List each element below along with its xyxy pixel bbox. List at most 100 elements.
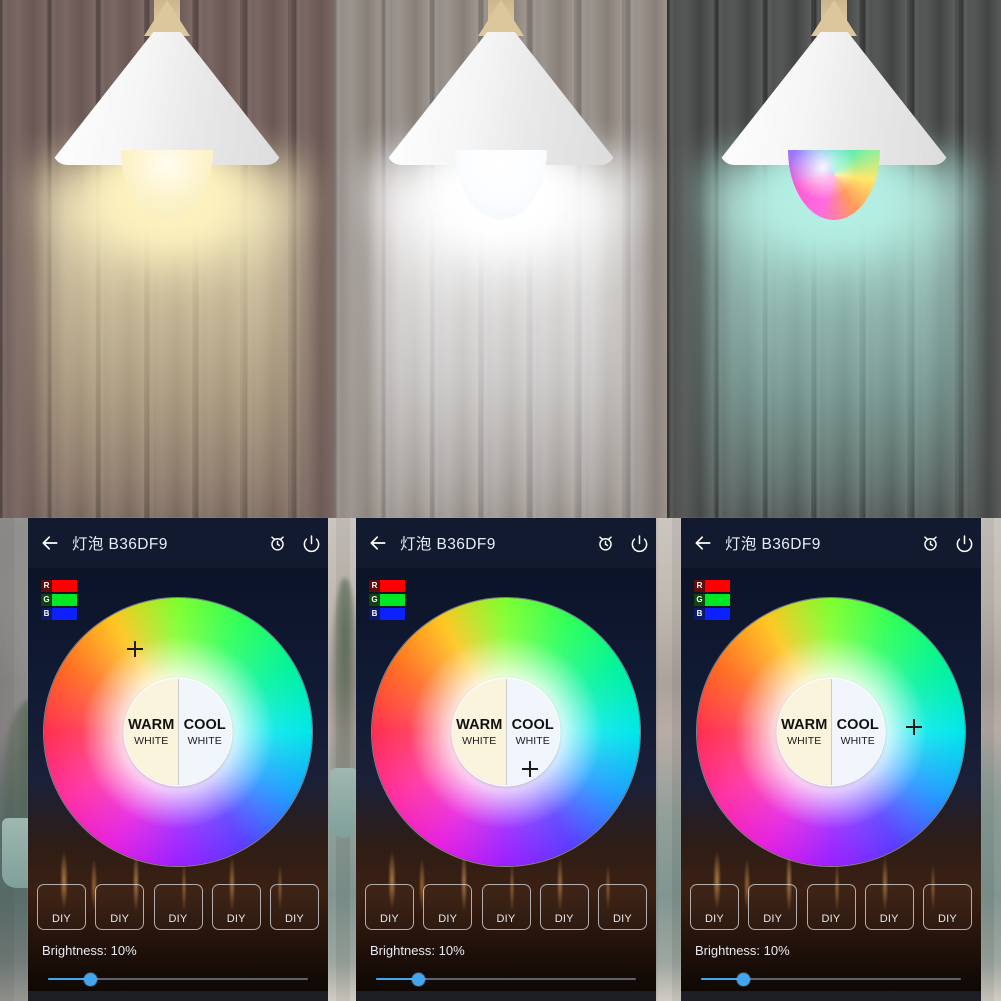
timer-button[interactable] [260,518,294,568]
app-screenshot-panel-1: 灯泡 B36DF9 R G B WARM WHITE COOL WHITE DI… [28,518,328,1001]
diy-preset-1[interactable]: DIY [690,884,739,930]
diy-preset-5[interactable]: DIY [923,884,972,930]
diy-label: DIY [226,913,246,925]
warm-white-title: WARM [456,717,503,733]
rgb-key-b: B [369,608,380,620]
rgb-key-g: G [694,594,705,606]
back-button[interactable] [681,518,725,568]
lamp-wood-cap [144,0,190,36]
color-wheel[interactable]: WARM WHITE COOL WHITE [697,598,965,866]
timer-button[interactable] [588,518,622,568]
slider-thumb[interactable] [737,973,750,986]
diy-label: DIY [613,913,632,925]
lamp-scene-warm [0,0,334,520]
page-title: 灯泡 B36DF9 [72,536,168,553]
lamp-wood-cap [478,0,524,36]
diy-preset-2[interactable]: DIY [423,884,473,930]
color-picker-marker[interactable] [522,761,539,778]
rgb-bar-b [705,608,730,620]
app-screenshot-panel-3: 灯泡 B36DF9 R G B WARM WHITE COOL WHITE DI… [681,518,981,1001]
diy-preset-4[interactable]: DIY [211,884,261,930]
preset-row: DIY DIY DIY DIY DIY [37,884,319,930]
diy-preset-4[interactable]: DIY [539,884,589,930]
back-button[interactable] [356,518,400,568]
cool-white-title: COOL [511,717,554,733]
white-mode-selector[interactable]: WARM WHITE COOL WHITE [125,679,231,785]
rgb-row-red: R [694,580,730,592]
lamp-wood-cap [811,0,857,36]
slider-thumb[interactable] [412,973,425,986]
diy-label: DIY [763,913,783,925]
arrow-left-icon [370,536,386,550]
slider-thumb[interactable] [84,973,97,986]
diy-preset-3[interactable]: DIY [153,884,203,930]
diy-label: DIY [879,913,899,925]
color-picker-marker[interactable] [127,640,144,657]
diy-label: DIY [438,913,458,925]
rgb-key-g: G [41,594,52,606]
rgb-bar-g [52,594,77,606]
screenshot-root: 灯泡 B36DF9 R G B WARM WHITE COOL WHITE DI… [0,0,1001,1001]
diy-label: DIY [168,913,188,925]
diy-label: DIY [554,913,574,925]
rgb-bar-g [705,594,730,606]
rgb-indicator: R G B [41,580,77,622]
system-nav-bar [28,991,328,1001]
diy-preset-3[interactable]: DIY [806,884,856,930]
warm-white-subtitle: WHITE [462,734,497,747]
diy-preset-5[interactable]: DIY [598,884,647,930]
alarm-clock-icon [598,535,612,551]
power-button[interactable] [622,518,656,568]
diy-preset-1[interactable]: DIY [37,884,86,930]
rgb-row-blue: B [41,608,77,620]
back-button[interactable] [28,518,72,568]
diy-preset-5[interactable]: DIY [270,884,319,930]
diy-preset-1[interactable]: DIY [365,884,414,930]
warm-white-subtitle: WHITE [787,734,822,747]
brightness-label: Brightness: 10% [370,943,465,958]
alarm-clock-icon [270,535,284,551]
color-wheel[interactable]: WARM WHITE COOL WHITE [372,598,640,866]
power-icon [631,534,647,552]
white-mode-selector[interactable]: WARM WHITE COOL WHITE [778,679,884,785]
brightness-slider[interactable] [701,970,961,988]
warm-white-subtitle: WHITE [134,734,169,747]
pendant-lamp-warm [0,0,334,250]
diy-label: DIY [938,913,957,925]
white-mode-selector[interactable]: WARM WHITE COOL WHITE [453,679,559,785]
page-title: 灯泡 B36DF9 [400,536,496,553]
system-nav-bar [681,991,981,1001]
diy-preset-3[interactable]: DIY [481,884,531,930]
app-header-bar: 灯泡 B36DF9 [681,518,981,568]
diy-label: DIY [821,913,841,925]
power-button[interactable] [947,518,981,568]
system-nav-bar [356,991,656,1001]
cool-white-subtitle: WHITE [187,734,222,747]
rgb-bar-b [52,608,77,620]
warm-white-title: WARM [128,717,175,733]
diy-label: DIY [380,913,399,925]
cool-white-subtitle: WHITE [515,734,550,747]
rgb-row-red: R [369,580,405,592]
preset-row: DIY DIY DIY DIY DIY [690,884,972,930]
rgb-key-b: B [41,608,52,620]
rgb-row-blue: B [694,608,730,620]
rgb-row-green: G [694,594,730,606]
page-title: 灯泡 B36DF9 [725,536,821,553]
color-picker-marker[interactable] [906,718,923,735]
rgb-bar-b [380,608,405,620]
brightness-slider[interactable] [48,970,308,988]
lamp-scene-rgb [667,0,1001,520]
diy-preset-2[interactable]: DIY [748,884,798,930]
color-wheel[interactable]: WARM WHITE COOL WHITE [44,598,312,866]
rgb-key-r: R [694,580,705,592]
diy-preset-4[interactable]: DIY [864,884,914,930]
warm-white-title: WARM [781,717,828,733]
cool-white-title: COOL [836,717,879,733]
timer-button[interactable] [913,518,947,568]
diy-preset-2[interactable]: DIY [95,884,145,930]
cool-white-subtitle: WHITE [840,734,875,747]
brightness-slider[interactable] [376,970,636,988]
power-button[interactable] [294,518,328,568]
planter-decor [330,768,358,838]
